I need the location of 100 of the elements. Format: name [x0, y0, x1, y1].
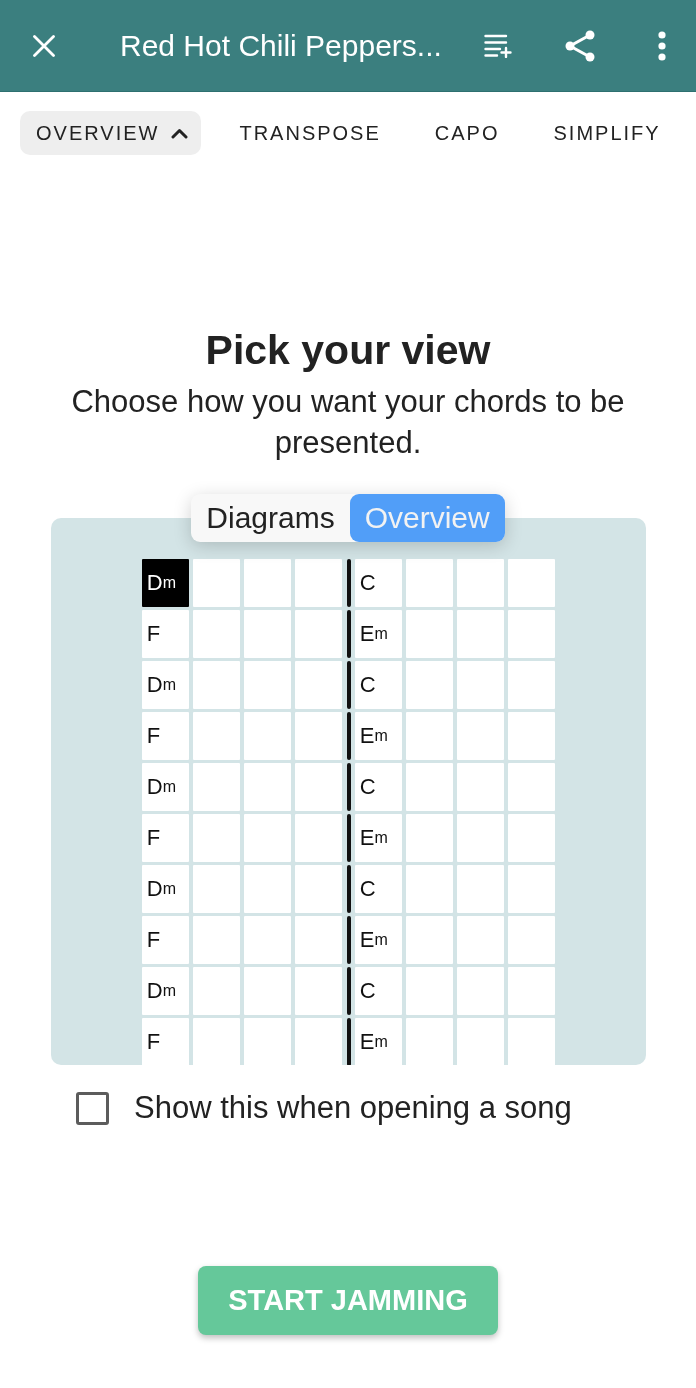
bar-line	[346, 814, 351, 862]
beat-cell	[507, 763, 556, 811]
bar-line	[346, 610, 351, 658]
beat-cell	[507, 865, 556, 913]
chord-cell: Em	[354, 610, 403, 658]
tab[interactable]: SIMPLIFY	[537, 111, 677, 155]
beat-cell	[507, 1018, 556, 1065]
beat-cell	[456, 1018, 505, 1065]
chord-cell: Dm	[141, 763, 190, 811]
tab[interactable]: CAPO	[418, 111, 516, 155]
beat-cell	[192, 967, 241, 1015]
beat-cell	[507, 610, 556, 658]
chord-cell: Em	[354, 712, 403, 760]
beat-cell	[507, 559, 556, 607]
beat-cell	[405, 559, 454, 607]
beat-cell	[405, 916, 454, 964]
beat-cell	[243, 967, 292, 1015]
beat-cell	[294, 661, 343, 709]
beat-cell	[192, 559, 241, 607]
beat-cell	[507, 916, 556, 964]
bar-line	[346, 865, 351, 913]
beat-cell	[405, 967, 454, 1015]
tab[interactable]: OVERVIEW	[20, 111, 202, 155]
bar-line	[346, 1018, 351, 1065]
heading: Pick your view	[204, 326, 492, 374]
beat-cell	[456, 865, 505, 913]
beat-cell	[294, 610, 343, 658]
beat-cell	[192, 712, 241, 760]
beat-cell	[405, 763, 454, 811]
chord-cell: Em	[354, 916, 403, 964]
share-icon	[564, 28, 596, 63]
beat-cell	[192, 610, 241, 658]
view-option[interactable]: Diagrams	[191, 494, 350, 542]
beat-cell	[192, 661, 241, 709]
song-title: Red Hot Chili Peppers...	[120, 28, 443, 63]
more-icon	[658, 30, 666, 61]
beat-cell	[456, 967, 505, 1015]
beat-cell	[192, 814, 241, 862]
beat-cell	[243, 916, 292, 964]
chord-cell: Em	[354, 1018, 403, 1065]
beat-cell	[243, 763, 292, 811]
beat-cell	[243, 559, 292, 607]
bar-line	[346, 763, 351, 811]
bar-line	[346, 661, 351, 709]
beat-cell	[294, 1018, 343, 1065]
beat-cell	[243, 865, 292, 913]
beat-cell	[507, 712, 556, 760]
chord-cell: F	[141, 610, 190, 658]
beat-cell	[294, 916, 343, 964]
beat-cell	[507, 661, 556, 709]
checkbox-label[interactable]: Show this when opening a song	[134, 1090, 572, 1126]
beat-cell	[456, 712, 505, 760]
chord-cell: F	[141, 814, 190, 862]
checkbox[interactable]	[76, 1091, 109, 1125]
beat-cell	[456, 610, 505, 658]
beat-cell	[405, 712, 454, 760]
beat-cell	[243, 661, 292, 709]
description: Choose how you want your chords to be presented.	[70, 383, 626, 462]
chord-cell: Dm	[141, 967, 190, 1015]
beat-cell	[243, 712, 292, 760]
beat-cell	[405, 814, 454, 862]
beat-cell	[243, 1018, 292, 1065]
chord-cell: C	[354, 763, 403, 811]
beat-cell	[294, 814, 343, 862]
bar-line	[346, 967, 351, 1015]
beat-cell	[456, 661, 505, 709]
chord-cell: C	[354, 967, 403, 1015]
beat-cell	[243, 610, 292, 658]
chord-cell: F	[141, 712, 190, 760]
list-add-icon	[484, 33, 512, 58]
chord-cell: Dm	[141, 865, 190, 913]
beat-cell	[192, 916, 241, 964]
beat-cell	[456, 814, 505, 862]
chord-cell: Dm	[141, 559, 190, 607]
bar-line	[346, 916, 351, 964]
beat-cell	[507, 967, 556, 1015]
beat-cell	[456, 763, 505, 811]
chord-cell: F	[141, 916, 190, 964]
beat-cell	[192, 1018, 241, 1065]
beat-cell	[507, 814, 556, 862]
chord-cell: Em	[354, 814, 403, 862]
beat-cell	[456, 559, 505, 607]
beat-cell	[405, 865, 454, 913]
beat-cell	[405, 661, 454, 709]
beat-cell	[192, 865, 241, 913]
chord-cell: C	[354, 661, 403, 709]
beat-cell	[192, 763, 241, 811]
chord-cell: C	[354, 559, 403, 607]
tab[interactable]: TRANSPOSE	[223, 111, 397, 155]
bar-line	[346, 559, 351, 607]
beat-cell	[294, 559, 343, 607]
beat-cell	[294, 865, 343, 913]
caret-up-icon	[171, 127, 189, 139]
chord-cell: F	[141, 1018, 190, 1065]
close-icon	[33, 34, 55, 57]
chord-cell: Dm	[141, 661, 190, 709]
bar-line	[346, 712, 351, 760]
beat-cell	[405, 610, 454, 658]
beat-cell	[294, 763, 343, 811]
beat-cell	[243, 814, 292, 862]
